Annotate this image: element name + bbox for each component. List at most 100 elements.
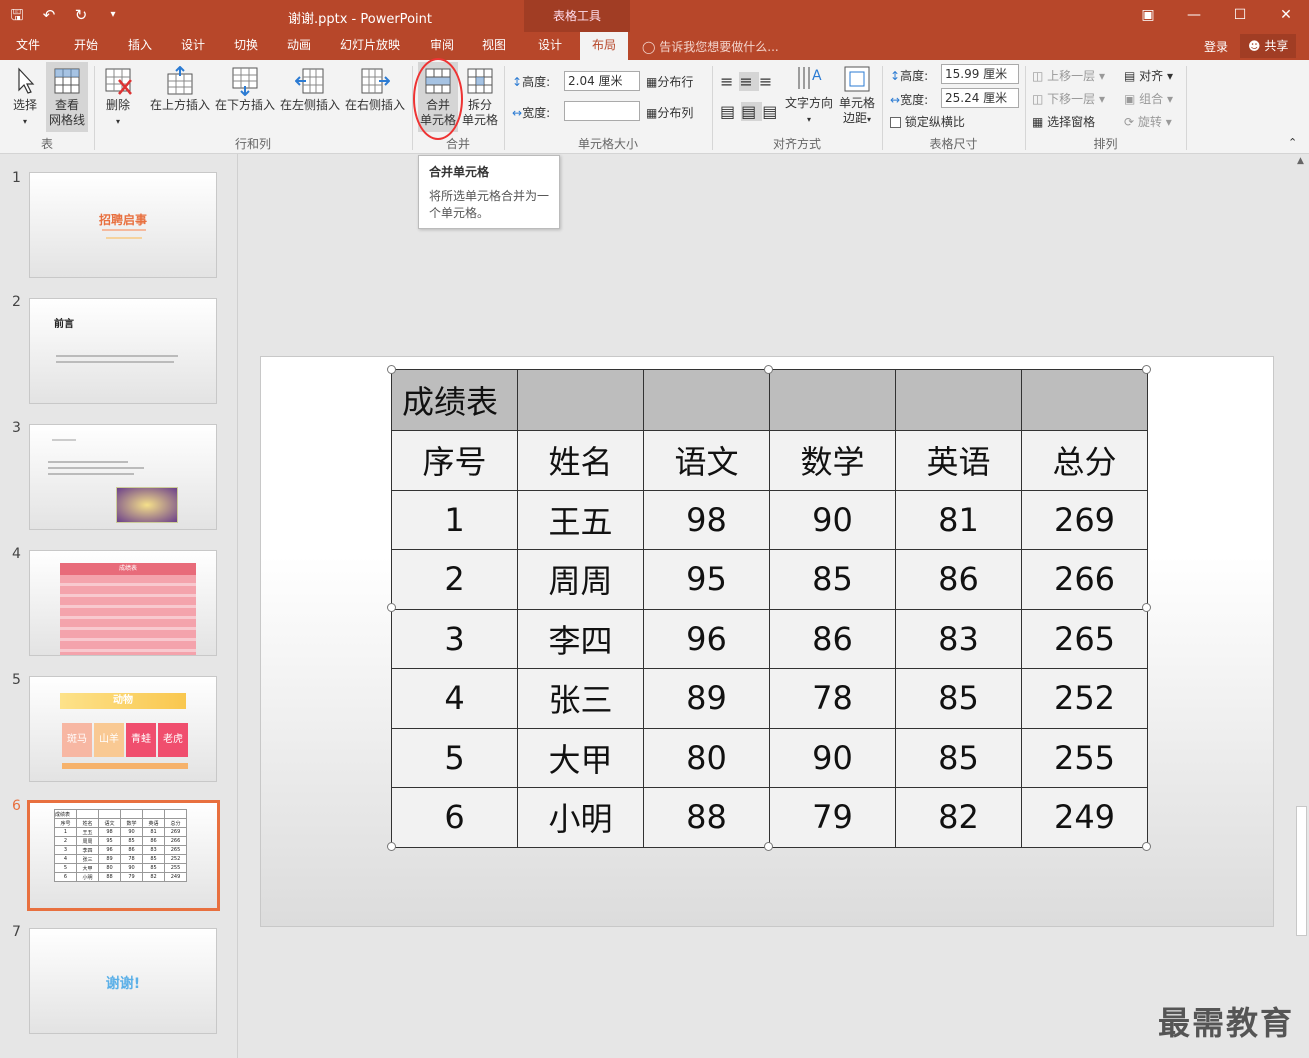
table-cell[interactable]: 3 bbox=[391, 608, 518, 669]
table-cell[interactable]: 85 bbox=[895, 727, 1022, 788]
insert-right-button[interactable]: 在右侧插入 bbox=[343, 66, 407, 113]
text-direction-button[interactable]: A 文字方向 ▾ bbox=[784, 64, 834, 127]
score-table[interactable]: 成绩表 序号 姓名 语文 数学 英语 总分 1 王五 98 90 81 269 2 周周 95 85 86 266… bbox=[391, 369, 1148, 848]
tab-file[interactable]: 文件 bbox=[10, 32, 46, 60]
table-cell[interactable]: 82 bbox=[895, 787, 1022, 848]
table-cell[interactable]: 95 bbox=[643, 549, 770, 610]
insert-left-button[interactable]: 在左侧插入 bbox=[278, 66, 342, 113]
table-cell[interactable]: 88 bbox=[643, 787, 770, 848]
slide-thumbnail-5[interactable]: 动物 斑马 山羊 青蛙 老虎 bbox=[29, 676, 217, 782]
tab-table-layout[interactable]: 布局 bbox=[580, 32, 628, 60]
save-icon[interactable]: 🖫 bbox=[6, 4, 28, 26]
tab-design[interactable]: 设计 bbox=[175, 32, 211, 60]
close-icon[interactable]: ✕ bbox=[1263, 0, 1309, 30]
table-cell[interactable]: 96 bbox=[643, 608, 770, 669]
table-cell[interactable]: 5 bbox=[391, 727, 518, 788]
table-cell[interactable]: 269 bbox=[1021, 489, 1148, 550]
table-title-cell[interactable]: 成绩表 bbox=[391, 369, 518, 431]
resize-handle[interactable] bbox=[387, 603, 396, 612]
table-width-input[interactable]: 25.24 厘米 bbox=[941, 88, 1019, 108]
table-cell[interactable]: 王五 bbox=[517, 489, 644, 550]
table-cell[interactable]: 张三 bbox=[517, 668, 644, 729]
selection-pane-button[interactable]: ▦ 选择窗格 bbox=[1032, 113, 1095, 130]
resize-handle[interactable] bbox=[1142, 365, 1151, 374]
collapse-ribbon-icon[interactable]: ⌃ bbox=[1288, 136, 1297, 149]
tab-table-design[interactable]: 设计 bbox=[532, 32, 568, 60]
tab-transitions[interactable]: 切换 bbox=[228, 32, 264, 60]
table-header-cell[interactable]: 总分 bbox=[1021, 430, 1148, 491]
table-header-empty-cell[interactable] bbox=[643, 369, 770, 431]
table-cell[interactable]: 90 bbox=[769, 489, 896, 550]
table-cell[interactable]: 86 bbox=[769, 608, 896, 669]
table-header-empty-cell[interactable] bbox=[1021, 369, 1148, 431]
share-button[interactable]: ☻ 共享 bbox=[1240, 34, 1297, 58]
send-backward-button[interactable]: ◫ 下移一层 ▾ bbox=[1032, 90, 1105, 107]
resize-handle[interactable] bbox=[387, 842, 396, 851]
slide-thumbnail-3[interactable] bbox=[29, 424, 217, 530]
table-cell[interactable]: 小明 bbox=[517, 787, 644, 848]
table-header-cell[interactable]: 数学 bbox=[769, 430, 896, 491]
table-cell[interactable]: 78 bbox=[769, 668, 896, 729]
slide-thumbnail-6-selected[interactable]: 成绩表 序号 姓名 语文 数学 英语 总分 1 王五 98 90 81 269 2 周周 95 85 86 266 3… bbox=[27, 800, 220, 911]
table-header-empty-cell[interactable] bbox=[769, 369, 896, 431]
delete-button[interactable]: 删除 ▾ bbox=[100, 66, 136, 129]
slide-thumbnail-2[interactable]: 前言 bbox=[29, 298, 217, 404]
resize-handle[interactable] bbox=[387, 365, 396, 374]
split-cells-button[interactable]: 拆分 单元格 bbox=[460, 66, 500, 128]
cell-width-input[interactable] bbox=[564, 101, 640, 121]
table-cell[interactable]: 83 bbox=[895, 608, 1022, 669]
cell-height-input[interactable]: 2.04 厘米 bbox=[564, 71, 640, 91]
login-link[interactable]: 登录 bbox=[1204, 38, 1228, 55]
tab-review[interactable]: 审阅 bbox=[424, 32, 460, 60]
customize-icon[interactable]: ▾ bbox=[102, 4, 124, 26]
table-header-empty-cell[interactable] bbox=[517, 369, 644, 431]
group-button[interactable]: ▣ 组合 ▾ bbox=[1124, 90, 1173, 107]
table-cell[interactable]: 266 bbox=[1021, 549, 1148, 610]
table-cell[interactable]: 李四 bbox=[517, 608, 644, 669]
tab-slideshow[interactable]: 幻灯片放映 bbox=[334, 32, 406, 60]
table-header-cell[interactable]: 序号 bbox=[391, 430, 518, 491]
table-cell[interactable]: 2 bbox=[391, 549, 518, 610]
table-cell[interactable]: 89 bbox=[643, 668, 770, 729]
insert-below-button[interactable]: 在下方插入 bbox=[213, 66, 277, 113]
redo-icon[interactable]: ↻ bbox=[70, 4, 92, 26]
table-cell[interactable]: 6 bbox=[391, 787, 518, 848]
table-cell[interactable]: 85 bbox=[895, 668, 1022, 729]
cell-margins-button[interactable]: 单元格 边距▾ bbox=[836, 64, 878, 127]
table-cell[interactable]: 86 bbox=[895, 549, 1022, 610]
resize-handle[interactable] bbox=[764, 365, 773, 374]
table-cell[interactable]: 98 bbox=[643, 489, 770, 550]
scrollbar-thumb[interactable] bbox=[1296, 806, 1307, 936]
table-cell[interactable]: 1 bbox=[391, 489, 518, 550]
distribute-rows-button[interactable]: ▦分布行 bbox=[646, 73, 693, 90]
table-cell[interactable]: 周周 bbox=[517, 549, 644, 610]
table-cell[interactable]: 252 bbox=[1021, 668, 1148, 729]
slide-thumbnail-4[interactable]: 成绩表 bbox=[29, 550, 217, 656]
resize-handle[interactable] bbox=[1142, 842, 1151, 851]
resize-handle[interactable] bbox=[1142, 603, 1151, 612]
table-cell[interactable]: 265 bbox=[1021, 608, 1148, 669]
tell-me-search[interactable]: ◯ 告诉我您想要做什么... bbox=[642, 38, 779, 55]
table-cell[interactable]: 81 bbox=[895, 489, 1022, 550]
minimize-icon[interactable]: — bbox=[1171, 0, 1217, 30]
tab-insert[interactable]: 插入 bbox=[122, 32, 158, 60]
table-header-cell[interactable]: 姓名 bbox=[517, 430, 644, 491]
view-gridlines-button[interactable]: 查看 网格线 bbox=[46, 62, 88, 132]
select-button[interactable]: 选择 ▾ bbox=[8, 66, 42, 129]
table-cell[interactable]: 255 bbox=[1021, 727, 1148, 788]
lock-aspect-ratio-checkbox[interactable]: 锁定纵横比 bbox=[890, 113, 965, 130]
table-cell[interactable]: 85 bbox=[769, 549, 896, 610]
maximize-icon[interactable]: ☐ bbox=[1217, 0, 1263, 30]
ribbon-display-icon[interactable]: ▣ bbox=[1125, 0, 1171, 30]
insert-above-button[interactable]: 在上方插入 bbox=[148, 66, 212, 113]
bring-forward-button[interactable]: ◫ 上移一层 ▾ bbox=[1032, 67, 1105, 84]
tab-animations[interactable]: 动画 bbox=[281, 32, 317, 60]
scroll-up-icon[interactable]: ▲ bbox=[1297, 156, 1304, 166]
slide-thumbnail-7[interactable]: 谢谢! bbox=[29, 928, 217, 1034]
table-cell[interactable]: 大甲 bbox=[517, 727, 644, 788]
table-cell[interactable]: 249 bbox=[1021, 787, 1148, 848]
distribute-columns-button[interactable]: ▦分布列 bbox=[646, 104, 693, 121]
resize-handle[interactable] bbox=[764, 842, 773, 851]
table-header-cell[interactable]: 语文 bbox=[643, 430, 770, 491]
slide-thumbnail-1[interactable]: 招聘启事 bbox=[29, 172, 217, 278]
